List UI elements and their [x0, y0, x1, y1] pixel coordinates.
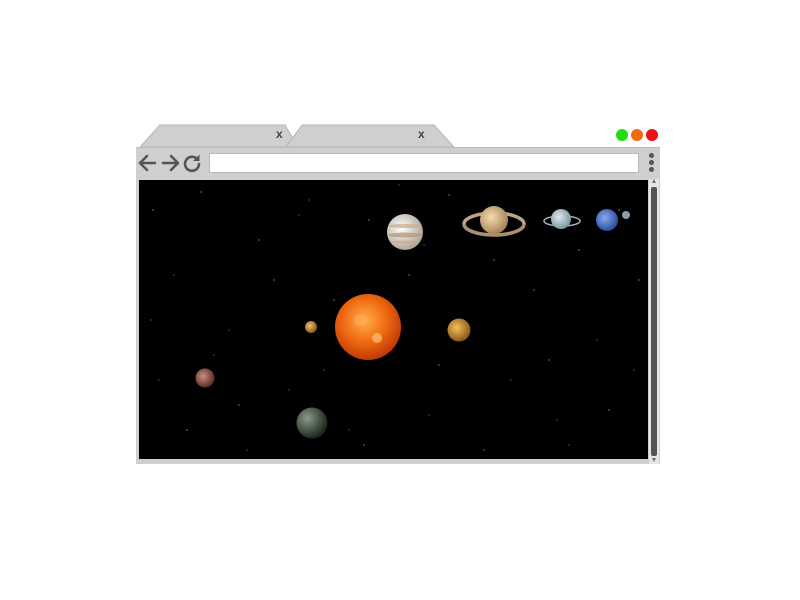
reload-icon — [183, 154, 201, 173]
window-control-red[interactable] — [646, 129, 658, 141]
uranus[interactable] — [543, 209, 581, 229]
vertical-scrollbar[interactable]: ▲ ▼ — [649, 178, 659, 464]
address-bar-input[interactable] — [209, 153, 639, 173]
arrow-right-icon — [161, 154, 180, 172]
mars[interactable] — [195, 368, 215, 388]
tab-2-shape — [286, 124, 456, 148]
tab-2[interactable]: x — [286, 124, 456, 148]
scroll-thumb[interactable] — [651, 187, 657, 456]
tab-2-close-icon[interactable]: x — [418, 128, 425, 140]
forward-button[interactable] — [160, 153, 180, 173]
sun[interactable] — [335, 294, 401, 360]
scroll-down-icon[interactable]: ▼ — [650, 457, 658, 464]
reload-button[interactable] — [182, 153, 202, 173]
arrow-left-icon — [138, 154, 157, 172]
tab-1-close-icon[interactable]: x — [276, 128, 283, 140]
window-control-orange[interactable] — [631, 129, 643, 141]
tab-1[interactable]: x — [140, 124, 300, 148]
venus[interactable] — [447, 318, 471, 342]
neptune[interactable] — [596, 209, 618, 231]
moon[interactable] — [622, 211, 630, 219]
viewport: ▲ ▼ — [136, 178, 660, 464]
saturn[interactable] — [462, 206, 526, 237]
kebab-menu-icon[interactable] — [646, 153, 656, 175]
solar-system-canvas[interactable] — [139, 180, 648, 459]
toolbar — [136, 147, 660, 179]
window-control-green[interactable] — [616, 129, 628, 141]
jupiter[interactable] — [387, 214, 423, 250]
browser-window: x x ▲ ▼ — [136, 124, 660, 464]
mercury[interactable] — [305, 321, 317, 333]
planets-layer — [195, 206, 630, 439]
earth[interactable] — [296, 407, 328, 439]
scroll-up-icon[interactable]: ▲ — [650, 178, 658, 185]
back-button[interactable] — [138, 153, 158, 173]
window-controls — [616, 129, 658, 141]
